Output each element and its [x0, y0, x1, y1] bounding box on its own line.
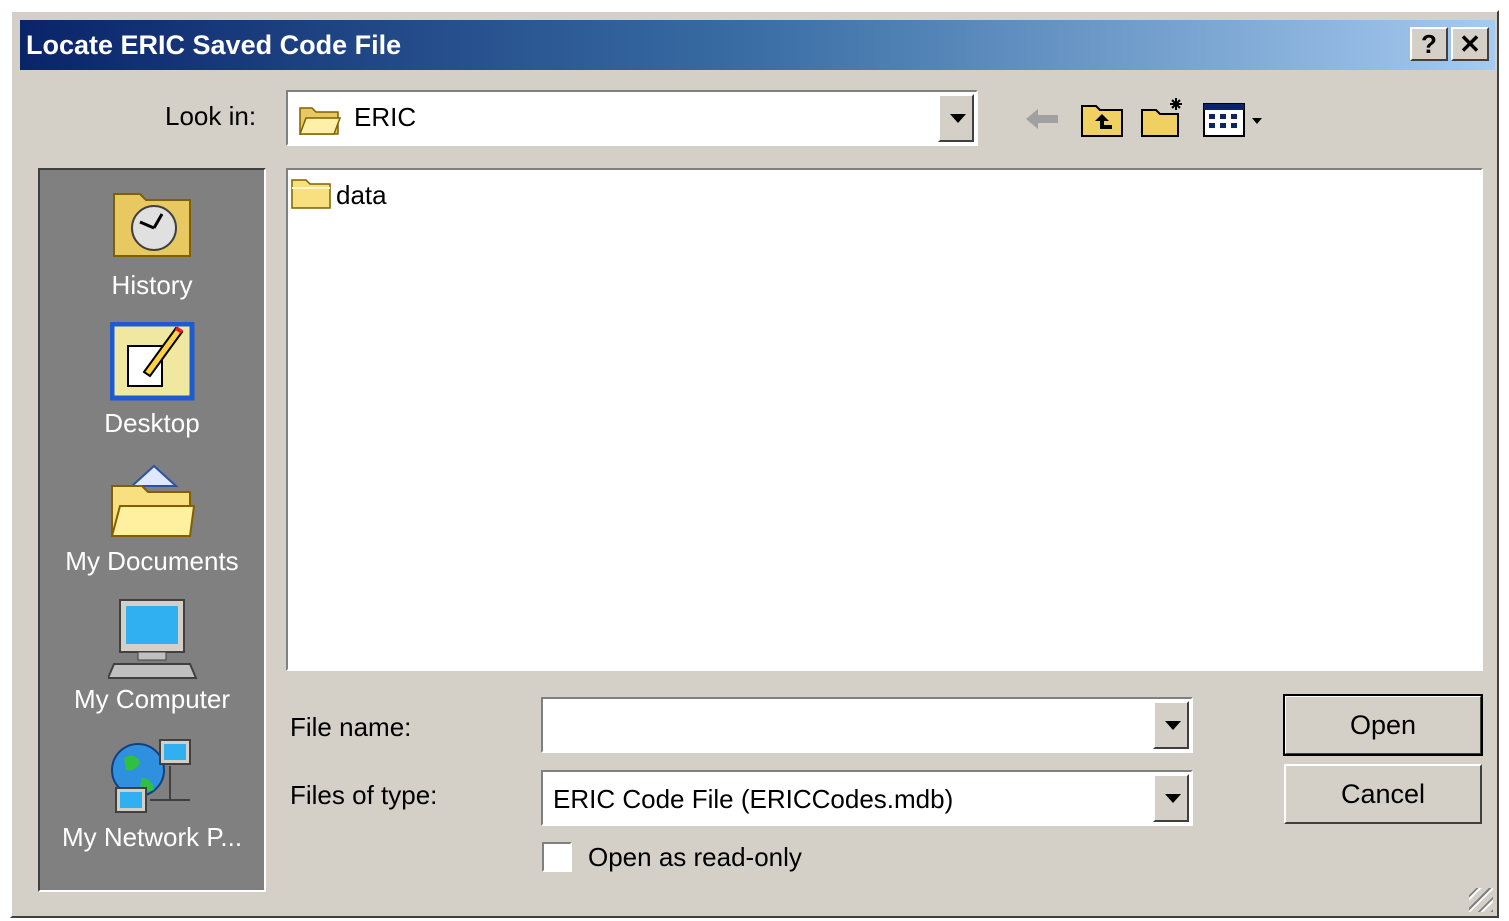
file-type-dropdown-button[interactable] — [1153, 774, 1189, 822]
places-my-documents[interactable]: My Documents — [40, 460, 264, 590]
view-menu-icon[interactable] — [1202, 100, 1270, 145]
list-item[interactable]: data — [290, 174, 420, 212]
help-button[interactable]: ? — [1410, 27, 1448, 61]
read-only-checkbox[interactable] — [542, 842, 572, 872]
places-history-label: History — [111, 270, 193, 300]
places-my-network-label: My Network P... — [61, 822, 243, 852]
folder-open-icon — [298, 102, 342, 141]
up-one-level-icon[interactable] — [1080, 100, 1124, 143]
places-desktop[interactable]: Desktop — [40, 321, 264, 452]
file-type-dropdown[interactable]: ERIC Code File (ERICCodes.mdb) — [541, 770, 1193, 826]
look-in-value: ERIC — [354, 102, 417, 132]
list-item-label: data — [336, 180, 387, 210]
back-arrow-icon[interactable] — [1024, 104, 1062, 139]
cancel-button[interactable]: Cancel — [1284, 764, 1482, 824]
look-in-dropdown-button[interactable] — [938, 94, 974, 142]
file-name-field[interactable] — [541, 697, 1193, 753]
places-my-computer[interactable]: My Computer — [40, 598, 264, 728]
open-button[interactable]: Open — [1283, 694, 1483, 756]
create-new-folder-icon[interactable] — [1140, 96, 1188, 143]
file-name-label: File name: — [290, 712, 412, 742]
my-computer-icon — [106, 598, 198, 687]
places-bar: History Desktop My Documents My Computer… — [38, 168, 266, 892]
resize-grip[interactable] — [1469, 888, 1493, 912]
file-open-dialog: Locate ERIC Saved Code File ? ✕ Look in:… — [10, 10, 1499, 918]
places-my-computer-label: My Computer — [73, 684, 231, 714]
title-bar[interactable]: Locate ERIC Saved Code File ? ✕ — [20, 20, 1495, 70]
places-history[interactable]: History — [40, 184, 264, 314]
places-desktop-label: Desktop — [104, 408, 200, 438]
places-my-documents-label: My Documents — [65, 546, 239, 576]
read-only-label[interactable]: Open as read-only — [588, 842, 802, 873]
dialog-title: Locate ERIC Saved Code File — [26, 30, 402, 60]
places-my-network[interactable]: My Network P... — [40, 736, 264, 866]
history-icon — [110, 184, 196, 265]
file-list[interactable]: data — [286, 168, 1483, 671]
my-network-places-icon — [108, 736, 200, 825]
close-button[interactable]: ✕ — [1451, 27, 1489, 61]
file-type-value: ERIC Code File (ERICCodes.mdb) — [553, 784, 954, 814]
folder-icon — [290, 176, 332, 215]
my-documents-icon — [110, 460, 196, 545]
desktop-icon — [109, 321, 196, 407]
file-name-dropdown-button[interactable] — [1153, 701, 1189, 749]
look-in-dropdown[interactable]: ERIC — [286, 90, 978, 146]
look-in-label: Look in: — [165, 101, 257, 131]
file-type-label: Files of type: — [290, 780, 438, 810]
